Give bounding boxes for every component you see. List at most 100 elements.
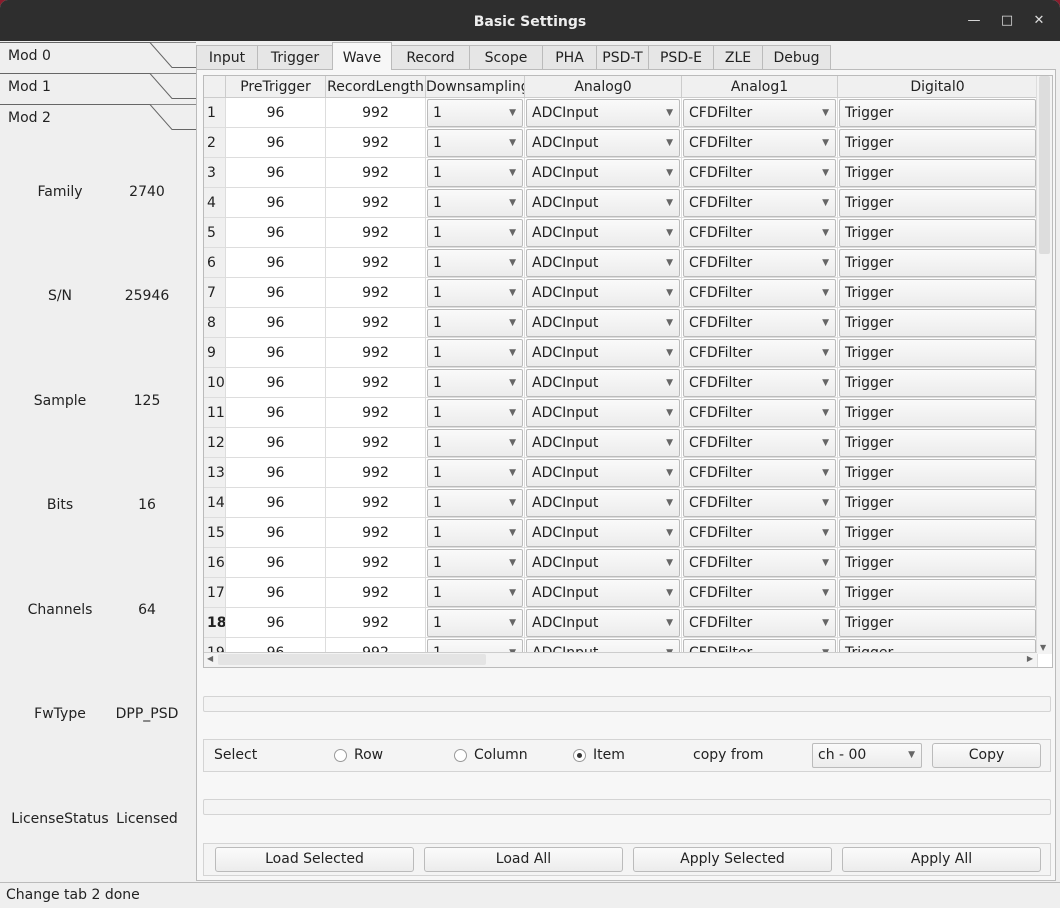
corner-header[interactable] xyxy=(204,76,226,98)
digital0-select[interactable]: Trigger xyxy=(839,579,1036,607)
analog0-select[interactable]: ADCInput ▼ xyxy=(526,99,680,127)
downsampling-select[interactable]: 1▼ xyxy=(427,309,523,337)
table-cell[interactable]: 992 xyxy=(326,98,426,128)
downsampling-select[interactable]: 1▼ xyxy=(427,399,523,427)
downsampling-select[interactable]: 1▼ xyxy=(427,249,523,277)
analog0-select[interactable]: ADCInput ▼ xyxy=(526,369,680,397)
table-cell[interactable]: 992 xyxy=(326,188,426,218)
load-selected-button[interactable]: Load Selected xyxy=(215,847,414,872)
row-header[interactable]: 13 xyxy=(204,458,226,488)
row-header[interactable]: 18 xyxy=(204,608,226,638)
downsampling-select[interactable]: 1▼ xyxy=(427,279,523,307)
table-cell[interactable]: 96 xyxy=(226,458,326,488)
analog1-select[interactable]: CFDFilter ▼ xyxy=(683,279,836,307)
apply-selected-button[interactable]: Apply Selected xyxy=(633,847,832,872)
row-header[interactable]: 14 xyxy=(204,488,226,518)
module-tab-2[interactable]: Mod 2 xyxy=(0,104,196,135)
table-cell[interactable]: 96 xyxy=(226,128,326,158)
table-cell[interactable]: 96 xyxy=(226,218,326,248)
digital0-select[interactable]: Trigger xyxy=(839,189,1036,217)
table-cell[interactable]: 96 xyxy=(226,548,326,578)
analog0-select[interactable]: ADCInput ▼ xyxy=(526,189,680,217)
table-cell[interactable]: 992 xyxy=(326,308,426,338)
copy-from-select[interactable]: ch - 00 ▼ xyxy=(812,743,922,768)
tab-zle[interactable]: ZLE xyxy=(713,45,763,70)
analog1-select[interactable]: CFDFilter ▼ xyxy=(683,549,836,577)
table-cell[interactable]: 992 xyxy=(326,158,426,188)
analog0-select[interactable]: ADCInput ▼ xyxy=(526,399,680,427)
row-header[interactable]: 9 xyxy=(204,338,226,368)
analog1-select[interactable]: CFDFilter ▼ xyxy=(683,519,836,547)
table-cell[interactable]: 96 xyxy=(226,158,326,188)
copy-button[interactable]: Copy xyxy=(932,743,1041,768)
tab-input[interactable]: Input xyxy=(196,45,258,70)
table-cell[interactable]: 992 xyxy=(326,278,426,308)
table-cell[interactable]: 992 xyxy=(326,488,426,518)
table-cell[interactable]: 96 xyxy=(226,278,326,308)
analog0-select[interactable]: ADCInput ▼ xyxy=(526,609,680,637)
downsampling-select[interactable]: 1▼ xyxy=(427,609,523,637)
table-cell[interactable]: 992 xyxy=(326,458,426,488)
downsampling-select[interactable]: 1▼ xyxy=(427,129,523,157)
tab-wave[interactable]: Wave xyxy=(332,42,392,70)
table-cell[interactable]: 992 xyxy=(326,128,426,158)
tab-trigger[interactable]: Trigger xyxy=(257,45,333,70)
apply-all-button[interactable]: Apply All xyxy=(842,847,1041,872)
tab-pha[interactable]: PHA xyxy=(542,45,597,70)
downsampling-select[interactable]: 1▼ xyxy=(427,459,523,487)
analog0-select[interactable]: ADCInput ▼ xyxy=(526,249,680,277)
downsampling-select[interactable]: 1▼ xyxy=(427,489,523,517)
downsampling-select[interactable]: 1▼ xyxy=(427,339,523,367)
analog0-select[interactable]: ADCInput ▼ xyxy=(526,309,680,337)
table-cell[interactable]: 992 xyxy=(326,578,426,608)
scroll-thumb[interactable] xyxy=(1039,76,1050,254)
row-header[interactable]: 11 xyxy=(204,398,226,428)
row-radio[interactable] xyxy=(334,749,347,762)
column-radio[interactable] xyxy=(454,749,467,762)
analog0-select[interactable]: ADCInput ▼ xyxy=(526,279,680,307)
scroll-down-icon[interactable]: ▼ xyxy=(1040,643,1046,652)
row-header[interactable]: 7 xyxy=(204,278,226,308)
table-cell[interactable]: 992 xyxy=(326,368,426,398)
analog0-select[interactable]: ADCInput ▼ xyxy=(526,339,680,367)
analog0-select[interactable]: ADCInput ▼ xyxy=(526,549,680,577)
table-cell[interactable]: 96 xyxy=(226,578,326,608)
digital0-select[interactable]: Trigger xyxy=(839,219,1036,247)
table-cell[interactable]: 992 xyxy=(326,218,426,248)
analog0-select[interactable]: ADCInput ▼ xyxy=(526,459,680,487)
table-cell[interactable]: 96 xyxy=(226,608,326,638)
analog1-select[interactable]: CFDFilter ▼ xyxy=(683,159,836,187)
analog0-select[interactable]: ADCInput ▼ xyxy=(526,519,680,547)
downsampling-select[interactable]: 1▼ xyxy=(427,189,523,217)
tab-record[interactable]: Record xyxy=(391,45,470,70)
scroll-thumb[interactable] xyxy=(218,654,486,665)
analog1-select[interactable]: CFDFilter ▼ xyxy=(683,489,836,517)
table-cell[interactable]: 992 xyxy=(326,338,426,368)
row-header[interactable]: 1 xyxy=(204,98,226,128)
table-cell[interactable]: 992 xyxy=(326,548,426,578)
row-header[interactable]: 17 xyxy=(204,578,226,608)
analog1-select[interactable]: CFDFilter ▼ xyxy=(683,309,836,337)
load-all-button[interactable]: Load All xyxy=(424,847,623,872)
analog0-select[interactable]: ADCInput ▼ xyxy=(526,489,680,517)
tab-psd-t[interactable]: PSD-T xyxy=(596,45,649,70)
analog0-select[interactable]: ADCInput ▼ xyxy=(526,129,680,157)
tab-psd-e[interactable]: PSD-E xyxy=(648,45,714,70)
table-cell[interactable]: 992 xyxy=(326,428,426,458)
row-header[interactable]: 5 xyxy=(204,218,226,248)
analog1-select[interactable]: CFDFilter ▼ xyxy=(683,399,836,427)
table-cell[interactable]: 992 xyxy=(326,248,426,278)
table-cell[interactable]: 992 xyxy=(326,398,426,428)
row-header[interactable]: 4 xyxy=(204,188,226,218)
analog1-select[interactable]: CFDFilter ▼ xyxy=(683,219,836,247)
downsampling-select[interactable]: 1▼ xyxy=(427,549,523,577)
table-cell[interactable]: 96 xyxy=(226,518,326,548)
tab-scope[interactable]: Scope xyxy=(469,45,543,70)
downsampling-select[interactable]: 1▼ xyxy=(427,579,523,607)
table-cell[interactable]: 992 xyxy=(326,518,426,548)
vertical-scrollbar[interactable]: ▼ xyxy=(1036,76,1052,654)
analog0-select[interactable]: ADCInput ▼ xyxy=(526,219,680,247)
downsampling-select[interactable]: 1▼ xyxy=(427,429,523,457)
maximize-icon[interactable]: □ xyxy=(999,13,1015,29)
digital0-select[interactable]: Trigger xyxy=(839,129,1036,157)
